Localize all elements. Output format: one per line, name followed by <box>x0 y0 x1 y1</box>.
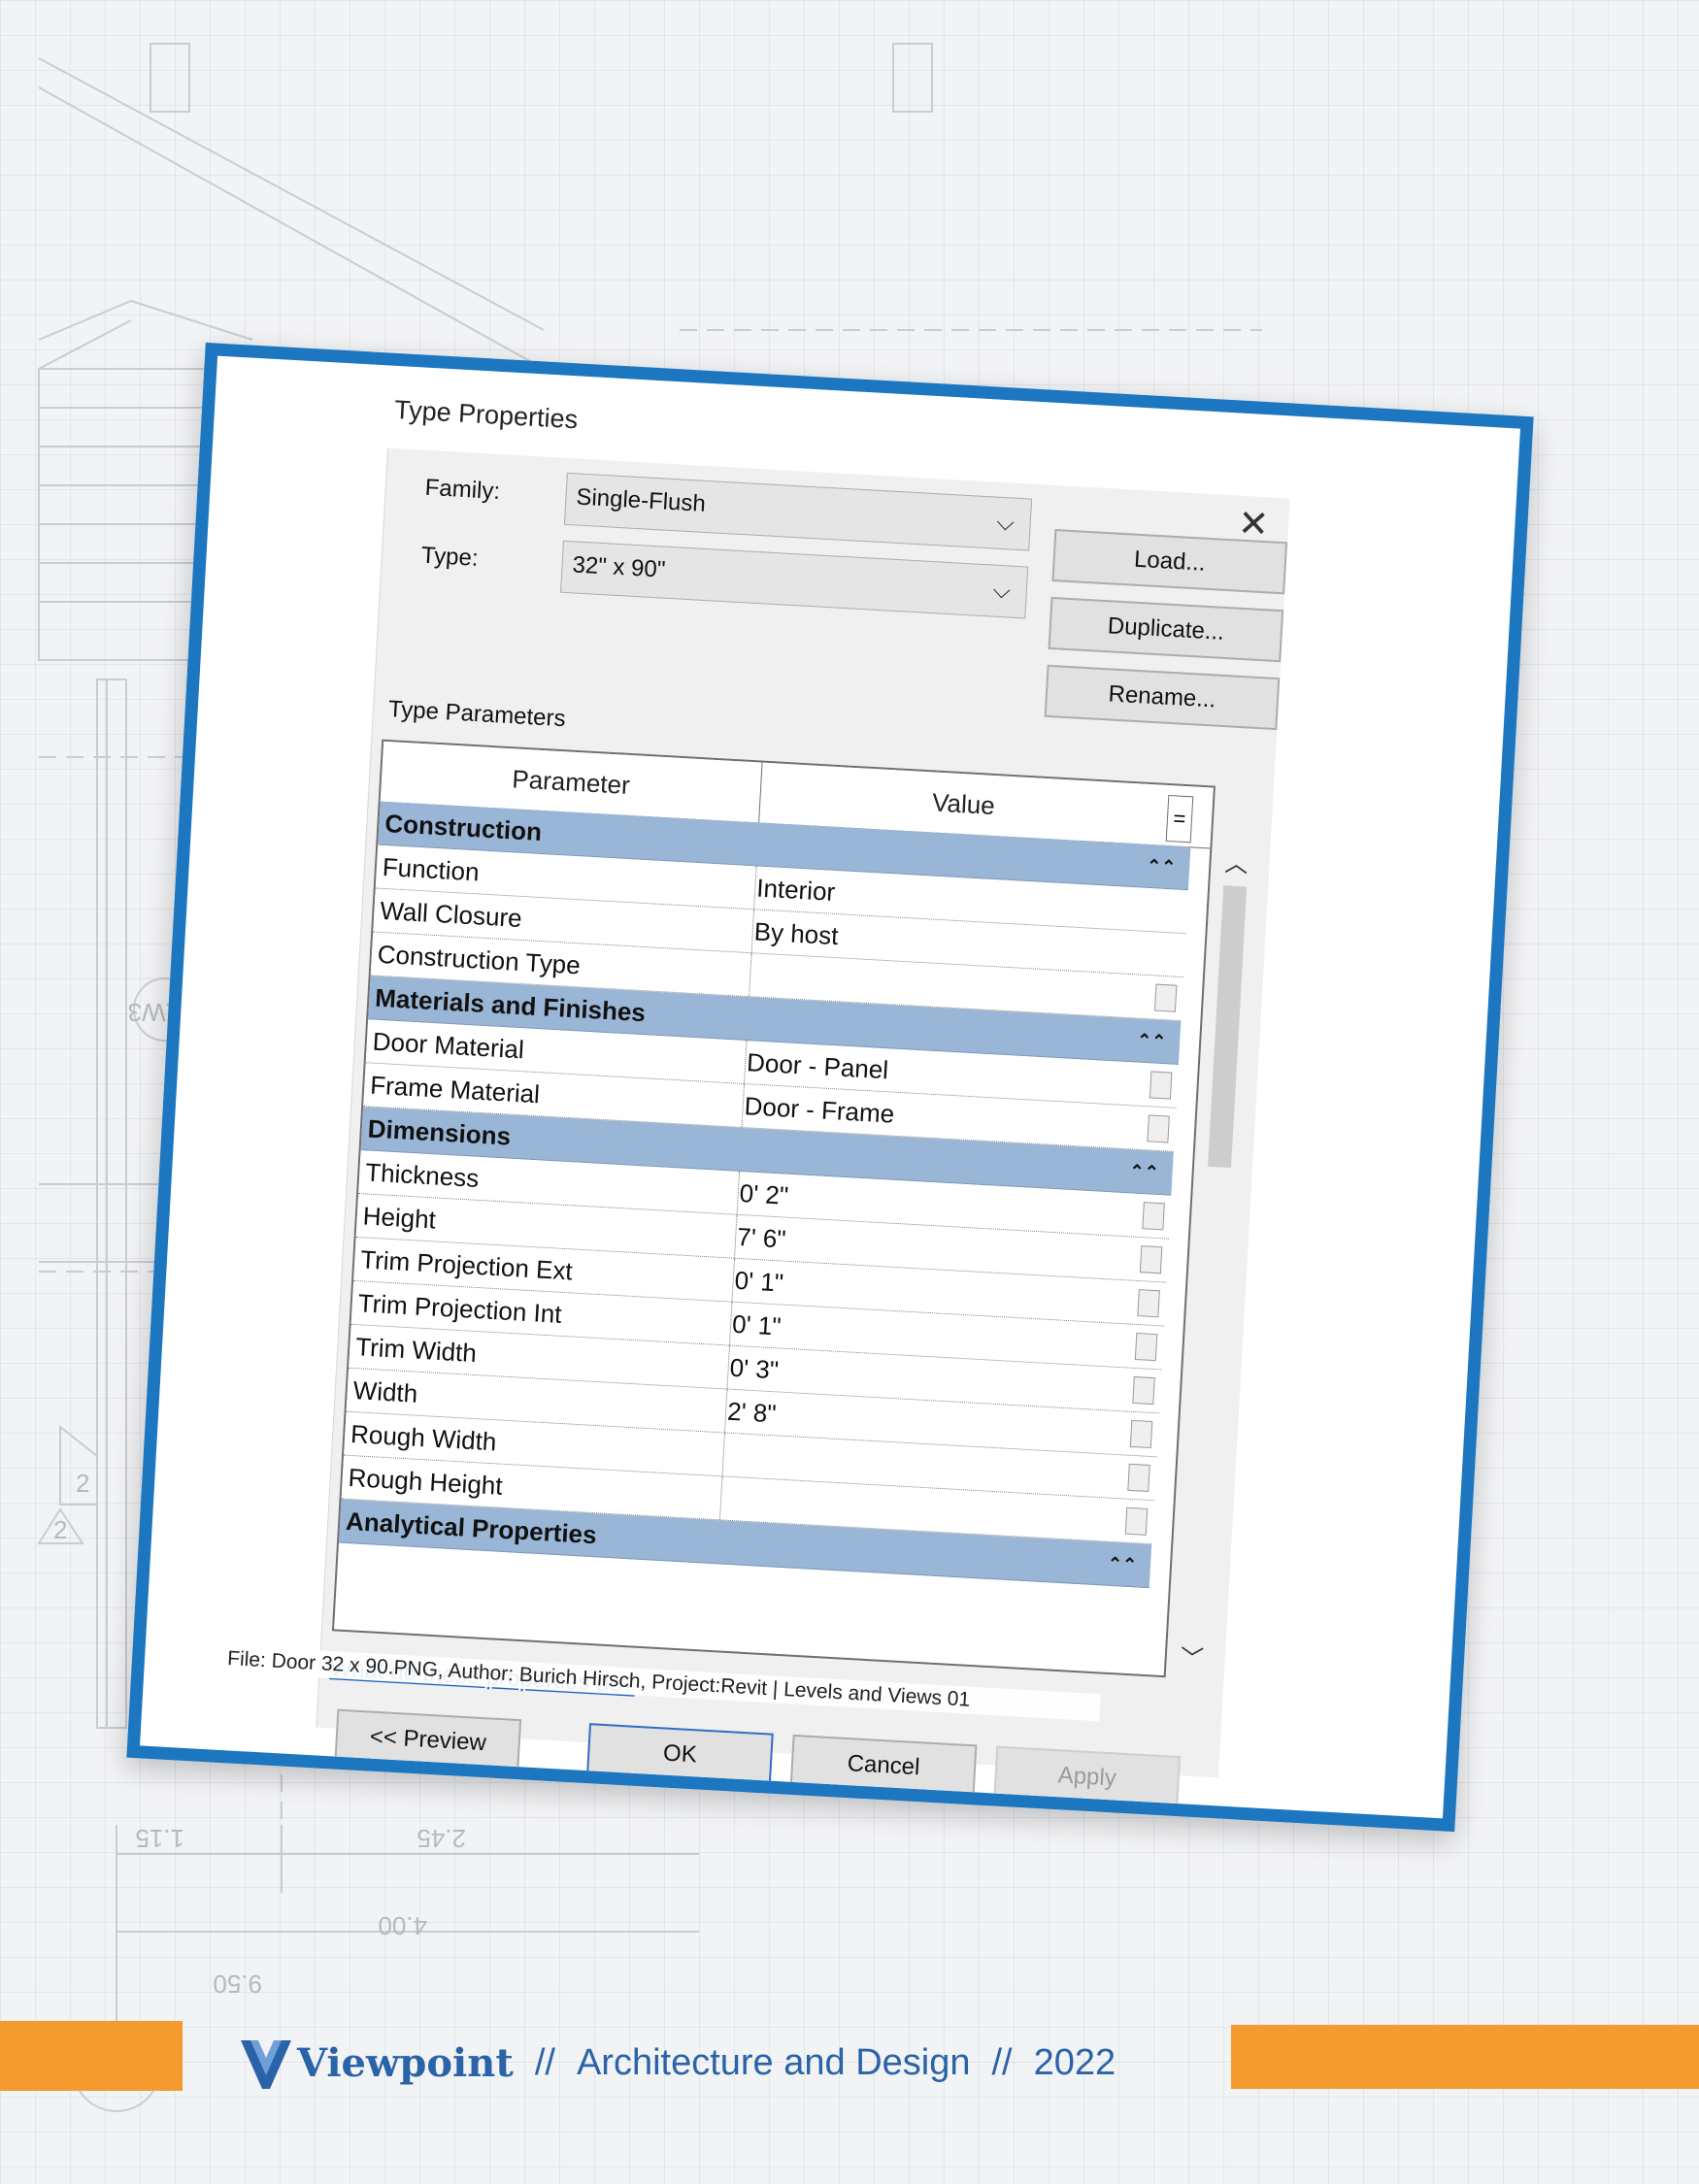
blueprint-dim-1-15: 1.15 <box>135 1824 184 1853</box>
type-select[interactable]: 32" x 90" ⌵ <box>559 540 1029 619</box>
scrollbar-thumb[interactable] <box>1208 885 1248 1169</box>
parameter-link-button[interactable] <box>1147 1114 1170 1143</box>
parameter-link-button[interactable] <box>1124 1506 1149 1536</box>
type-parameters-label: Type Parameters <box>387 696 567 733</box>
collapse-icon[interactable]: ⌃⌃ <box>1136 1019 1168 1064</box>
type-label: Type: <box>420 542 480 572</box>
chevron-down-icon: ⌵ <box>991 577 1012 605</box>
duplicate-button[interactable]: Duplicate... <box>1048 596 1284 663</box>
brand-name: Viewpoint <box>297 2039 514 2086</box>
footer-separator: // <box>534 2041 555 2083</box>
parameter-link-button[interactable] <box>1134 1332 1158 1362</box>
collapse-icon[interactable]: ⌃⌃ <box>1128 1149 1160 1194</box>
dialog-body: ✕ Family: Single-Flush ⌵ Type: 32" x 90"… <box>316 447 1290 1809</box>
parameter-link-button[interactable] <box>1127 1463 1150 1492</box>
collapse-icon[interactable]: ⌃⌃ <box>1146 844 1178 889</box>
footer-separator: // <box>991 2041 1013 2083</box>
group-label: Construction <box>383 809 543 846</box>
formula-column-header[interactable]: = <box>1165 794 1194 844</box>
parameter-link-button[interactable] <box>1132 1375 1155 1406</box>
viewpoint-logo-icon <box>241 2040 291 2089</box>
preview-button[interactable]: << Preview <box>334 1708 522 1772</box>
close-icon[interactable]: ✕ <box>1237 504 1270 546</box>
blueprint-mark-2a: 2 <box>76 1469 89 1498</box>
chevron-down-icon: ⌵ <box>995 509 1016 537</box>
group-label: Materials and Finishes <box>374 982 647 1028</box>
blueprint-dim-2-45: 2.45 <box>416 1824 466 1853</box>
scroll-up-icon[interactable]: ︿ <box>1216 844 1256 885</box>
type-value: 32" x 90" <box>571 551 666 583</box>
parameter-link-button[interactable] <box>1149 1071 1173 1100</box>
parameter-link-button[interactable] <box>1139 1245 1163 1274</box>
group-label: Dimensions <box>367 1113 512 1151</box>
type-parameters-grid: Parameter Value = Construction ⌃⌃ Functio… <box>331 739 1216 1678</box>
scroll-down-icon[interactable]: ﹀ <box>1172 1639 1213 1680</box>
parameter-link-button[interactable] <box>1142 1202 1165 1231</box>
blueprint-dim-4-00: 4.00 <box>378 1911 427 1940</box>
apply-button[interactable]: Apply <box>993 1745 1182 1809</box>
grid-rows: Construction ⌃⌃ Function Interior Wall Clo… <box>339 801 1191 1589</box>
parameter-link-button[interactable] <box>1137 1289 1160 1318</box>
footer-accent-right <box>1231 2025 1699 2089</box>
blueprint-mark-2b: 2 <box>53 1515 67 1544</box>
footer-year: 2022 <box>1033 2041 1116 2083</box>
family-select[interactable]: Single-Flush ⌵ <box>563 472 1033 551</box>
family-value: Single-Flush <box>575 483 707 517</box>
viewpoint-logo: Viewpoint <box>241 2035 514 2091</box>
footer: Viewpoint // Architecture and Design // … <box>241 2029 1116 2097</box>
footer-accent-left <box>0 2021 183 2091</box>
parameter-link-button[interactable] <box>1129 1419 1153 1449</box>
footer-title: Architecture and Design <box>576 2041 971 2083</box>
screenshot-card: Type Properties ✕ Family: Single-Flush ⌵… <box>126 342 1534 1833</box>
rename-button[interactable]: Rename... <box>1044 664 1281 731</box>
family-label: Family: <box>424 474 501 506</box>
cancel-button[interactable]: Cancel <box>789 1734 978 1798</box>
ok-button[interactable]: OK <box>586 1723 774 1786</box>
collapse-icon[interactable]: ⌃⌃ <box>1107 1542 1139 1587</box>
group-label: Analytical Properties <box>345 1506 598 1550</box>
blueprint-dim-9-50: 9.50 <box>213 1969 262 1999</box>
type-properties-dialog: Type Properties ✕ Family: Single-Flush ⌵… <box>287 363 1294 1809</box>
parameter-link-button[interactable] <box>1153 983 1178 1012</box>
dialog-title: Type Properties <box>393 394 579 435</box>
